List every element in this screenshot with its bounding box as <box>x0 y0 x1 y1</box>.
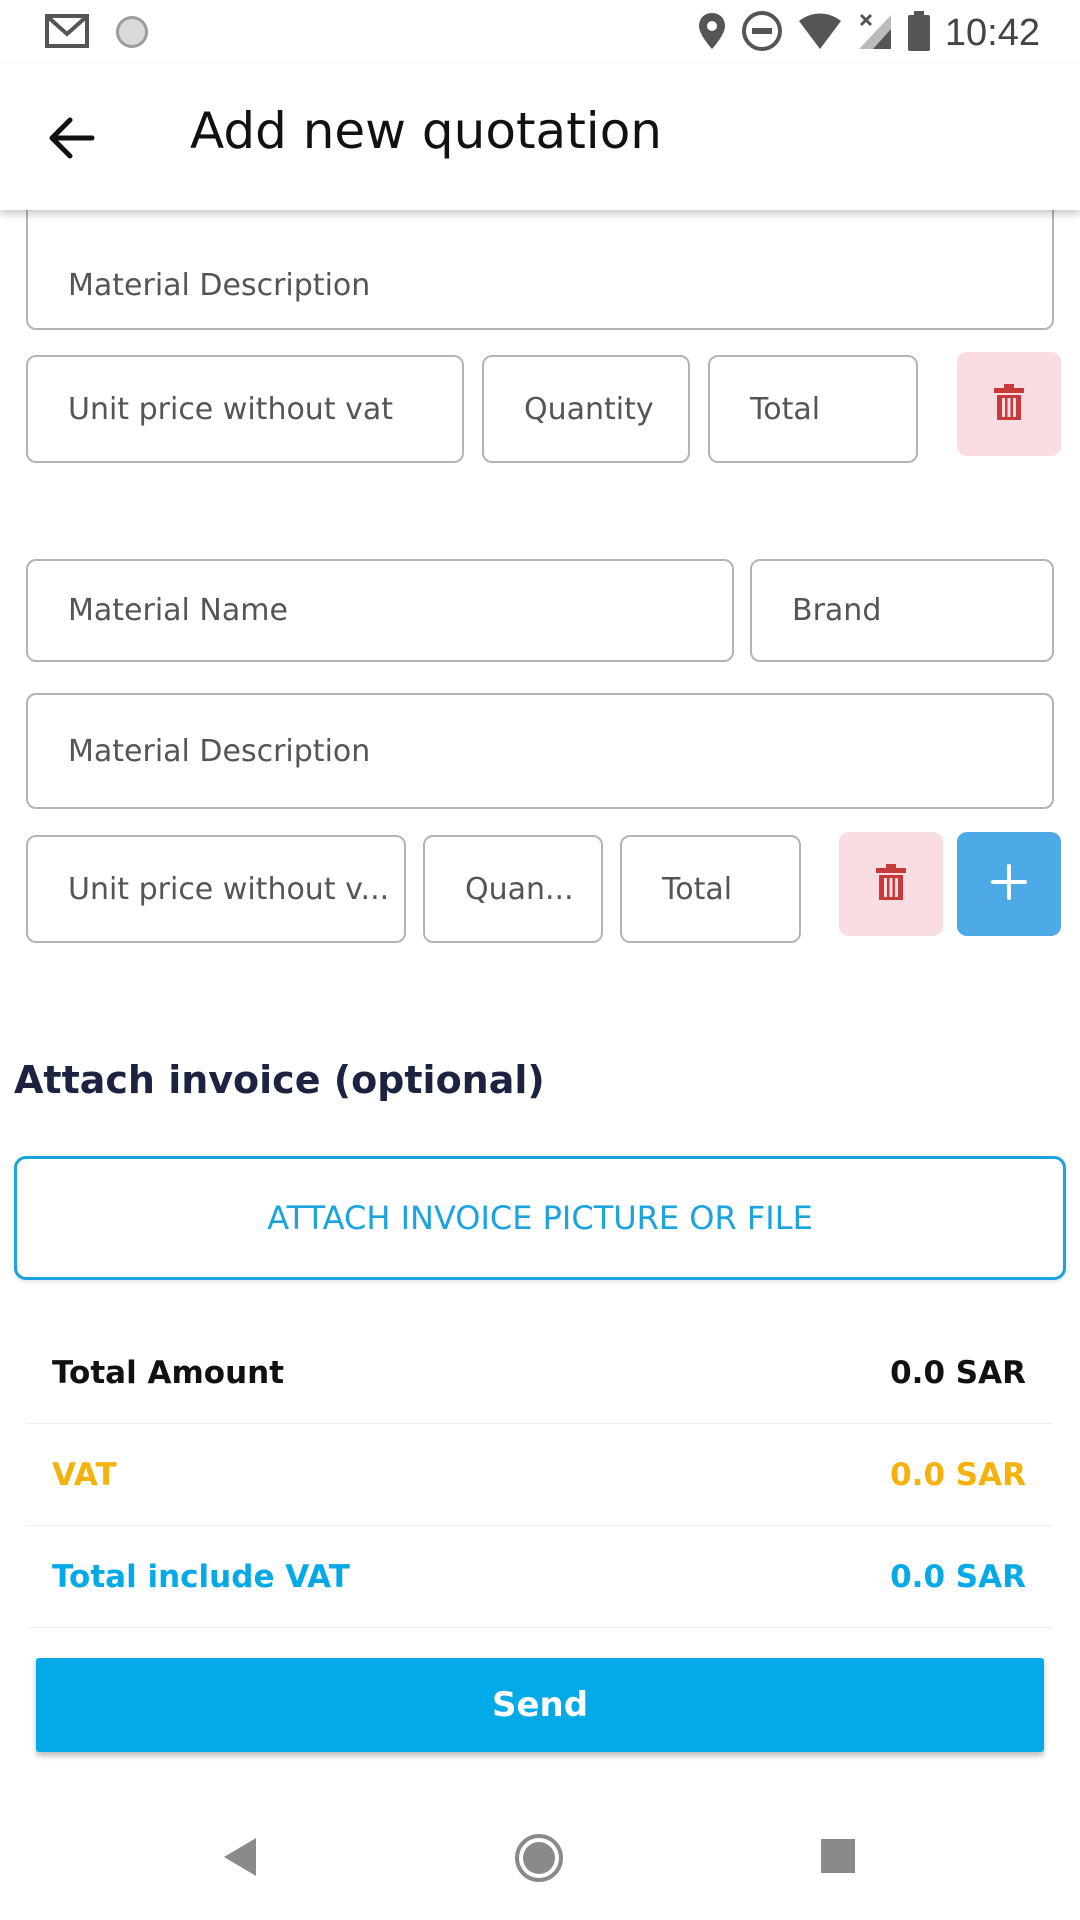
nav-recents-icon[interactable] <box>820 1838 856 1878</box>
item2-total-field[interactable]: Total <box>620 835 801 943</box>
navigation-bar <box>0 1792 1080 1920</box>
total-include-vat-value: 0.0 SAR <box>890 1558 1026 1595</box>
arrow-back-icon[interactable] <box>42 108 102 168</box>
item1-total-field[interactable]: Total <box>708 355 918 463</box>
item2-brand-field[interactable]: Brand <box>750 559 1054 662</box>
attach-invoice-button[interactable]: ATTACH INVOICE PICTURE OR FILE <box>14 1156 1066 1280</box>
clock: 10:42 <box>944 11 1040 54</box>
vat-value: 0.0 SAR <box>890 1456 1026 1493</box>
item1-total-placeholder: Total <box>750 391 821 427</box>
attach-section-title: Attach invoice (optional) <box>14 1058 545 1102</box>
item1-quantity-placeholder: Quantity <box>524 391 654 427</box>
do-not-disturb-icon <box>741 10 783 56</box>
gmail-icon <box>44 12 92 56</box>
item2-unit-price-field[interactable]: Unit price without v... <box>26 835 406 943</box>
vat-label: VAT <box>52 1456 117 1493</box>
send-label: Send <box>491 1685 589 1725</box>
total-amount-label: Total Amount <box>52 1354 285 1391</box>
item2-total-placeholder: Total <box>662 871 733 907</box>
vat-row: VAT 0.0 SAR <box>26 1424 1052 1526</box>
location-icon <box>697 11 727 55</box>
plus-icon <box>989 862 1029 906</box>
item1-description-field[interactable]: Material Description <box>26 200 1054 330</box>
wifi-icon <box>797 11 843 55</box>
item2-name-placeholder: Material Name <box>68 593 288 628</box>
battery-icon <box>907 10 931 56</box>
nav-back-icon[interactable] <box>222 1836 258 1882</box>
total-amount-row: Total Amount 0.0 SAR <box>26 1322 1052 1424</box>
total-include-vat-label: Total include VAT <box>52 1558 350 1595</box>
item2-quantity-placeholder: Quan... <box>465 871 574 907</box>
total-include-vat-row: Total include VAT 0.0 SAR <box>26 1526 1052 1628</box>
item2-description-field[interactable]: Material Description <box>26 693 1054 809</box>
item2-quantity-field[interactable]: Quan... <box>423 835 603 943</box>
item2-description-placeholder: Material Description <box>68 733 371 769</box>
item2-brand-placeholder: Brand <box>792 593 882 628</box>
trash-icon <box>993 384 1025 424</box>
page-title: Add new quotation <box>190 102 662 160</box>
add-item-button[interactable] <box>957 832 1061 936</box>
item1-unit-price-field[interactable]: Unit price without vat <box>26 355 464 463</box>
signal-icon <box>857 11 893 55</box>
nav-home-icon[interactable] <box>513 1832 565 1888</box>
item2-name-field[interactable]: Material Name <box>26 559 734 662</box>
item1-delete-button[interactable] <box>957 352 1061 456</box>
item1-quantity-field[interactable]: Quantity <box>482 355 690 463</box>
trash-icon <box>875 864 907 904</box>
app-bar: Add new quotation <box>0 64 1080 210</box>
status-bar: 10:42 <box>0 0 1080 64</box>
item2-unit-price-placeholder: Unit price without v... <box>68 871 390 907</box>
item1-unit-price-placeholder: Unit price without vat <box>68 391 394 427</box>
sync-icon <box>112 12 152 56</box>
total-amount-value: 0.0 SAR <box>890 1354 1026 1391</box>
send-button[interactable]: Send <box>36 1658 1044 1752</box>
attach-invoice-label: ATTACH INVOICE PICTURE OR FILE <box>267 1199 813 1237</box>
item2-delete-button[interactable] <box>839 832 943 936</box>
item1-description-placeholder: Material Description <box>68 267 371 303</box>
